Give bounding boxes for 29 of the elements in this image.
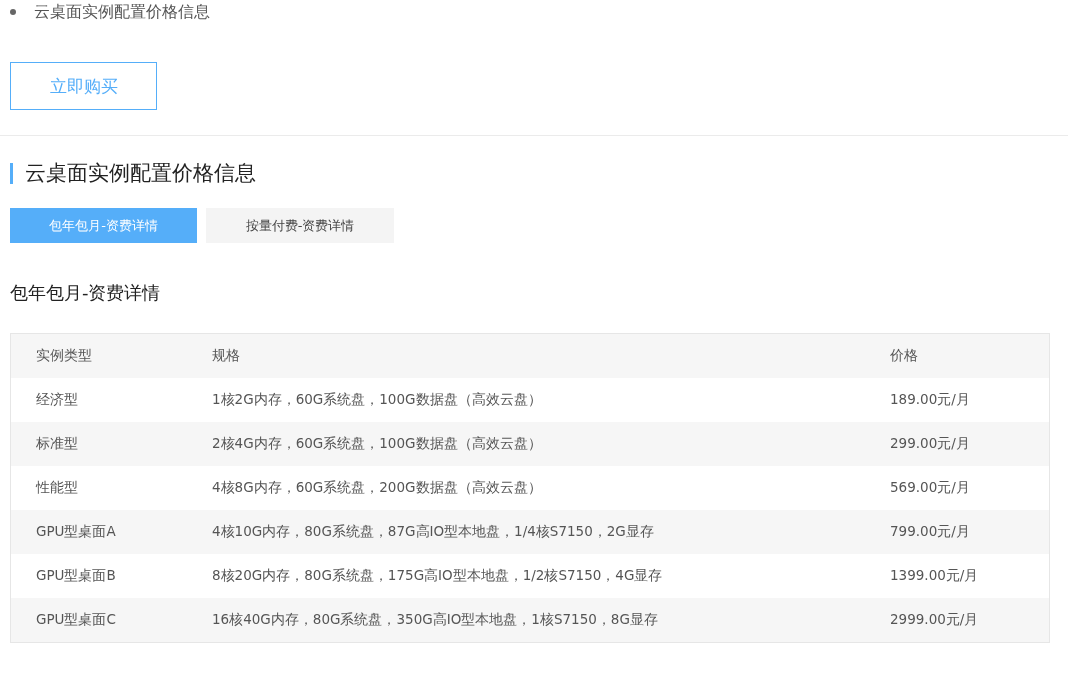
table-cell-text: GPU型桌面C <box>35 611 117 629</box>
table-cell-text: 经济型 <box>35 391 79 409</box>
table-cell-text: 2核4G内存，60G系统盘，100G数据盘（高效云盘） <box>212 435 543 453</box>
buy-now-button[interactable]: 立即购买 <box>10 62 157 110</box>
list-item: 云桌面实例配置价格信息 <box>34 1 210 23</box>
column-header: 价格 <box>890 347 919 365</box>
tab[interactable]: 按量付费-资费详情 <box>206 208 394 243</box>
table-cell-text: 4核10G内存，80G系统盘，87G高IO型本地盘，1/4核S7150，2G显存 <box>212 523 655 541</box>
section-title: 云桌面实例配置价格信息 <box>25 160 256 187</box>
table-cell-text: 1399.00元/月 <box>890 567 980 585</box>
table-cell-text: 标准型 <box>35 435 79 453</box>
table-cell-text: 189.00元/月 <box>890 391 971 409</box>
column-header: 实例类型 <box>35 347 93 365</box>
subheading: 包年包月-资费详情 <box>10 281 162 305</box>
accent-bar <box>10 162 13 184</box>
table-cell-text: GPU型桌面B <box>35 567 117 585</box>
table-cell-text: 2999.00元/月 <box>890 611 980 629</box>
column-header: 规格 <box>212 347 241 365</box>
table-cell-text: 299.00元/月 <box>890 435 971 453</box>
table-cell-text: 1核2G内存，60G系统盘，100G数据盘（高效云盘） <box>212 391 543 409</box>
table-cell-text: 16核40G内存，80G系统盘，350G高IO型本地盘，1核S7150，8G显存 <box>212 611 659 629</box>
table-cell-text: 4核8G内存，60G系统盘，200G数据盘（高效云盘） <box>212 479 543 497</box>
table-cell-text: GPU型桌面A <box>35 523 117 541</box>
table-cell-text: 569.00元/月 <box>890 479 971 497</box>
table-cell-text: 799.00元/月 <box>890 523 971 541</box>
table-cell-text: 8核20G内存，80G系统盘，175G高IO型本地盘，1/2核S7150，4G显存 <box>212 567 664 585</box>
table-cell-text: 性能型 <box>34 479 79 497</box>
tab[interactable]: 包年包月-资费详情 <box>10 208 197 243</box>
bullet-icon <box>10 9 16 15</box>
